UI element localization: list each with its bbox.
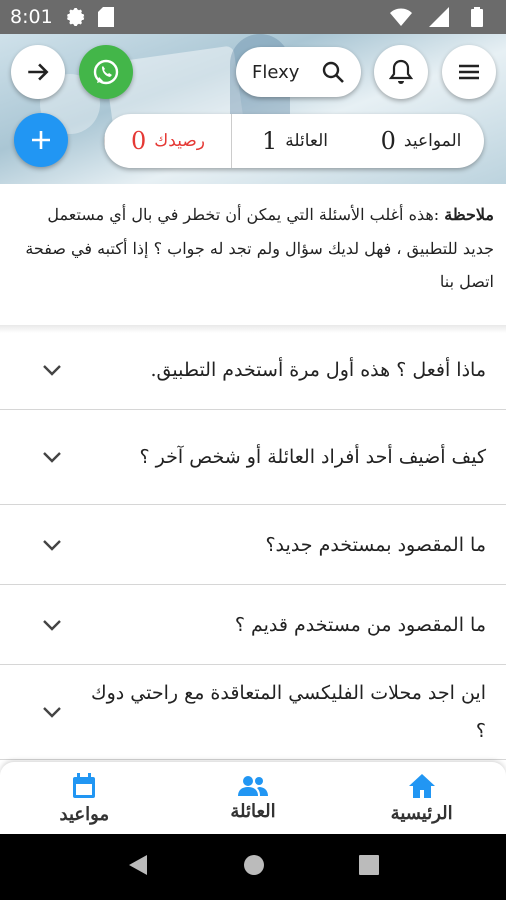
status-bar: 8:01 bbox=[0, 0, 506, 34]
faq-item[interactable]: ما المقصود من مستخدم قديم ؟ bbox=[0, 585, 506, 665]
stats-bar: رصيدك 0 العائلة 1 المواعيد 0 bbox=[104, 114, 484, 168]
back-icon[interactable] bbox=[127, 853, 149, 881]
app-screen: 8:01 Flexy رصيدك 0 العائلة 1 المواعيد 0 … bbox=[0, 0, 506, 900]
search-icon bbox=[322, 61, 344, 83]
menu-button[interactable] bbox=[442, 45, 496, 99]
chevron-down-icon[interactable] bbox=[40, 445, 64, 469]
nav-appointments-label: مواعيد bbox=[59, 803, 110, 825]
stat-balance-value: 0 bbox=[131, 127, 147, 155]
bottom-navigation: مواعيد العائلة الرئيسية bbox=[0, 762, 506, 834]
status-time: 8:01 bbox=[10, 6, 53, 28]
forward-button[interactable] bbox=[11, 45, 65, 99]
nav-home-label: الرئيسية bbox=[390, 802, 453, 824]
nav-family-label: العائلة bbox=[230, 800, 276, 822]
chevron-down-icon[interactable] bbox=[40, 700, 64, 724]
plus-icon bbox=[32, 131, 50, 149]
stat-balance-label: رصيدك bbox=[154, 131, 205, 151]
faq-list: ماذا أفعل ؟ هذه أول مرة أستخدم التطبيق. … bbox=[0, 330, 506, 760]
faq-item[interactable]: ماذا أفعل ؟ هذه أول مرة أستخدم التطبيق. bbox=[0, 330, 506, 410]
nav-home[interactable]: الرئيسية bbox=[337, 762, 506, 834]
faq-question: اين اجد محلات الفليكسي المتعاقدة مع راحت… bbox=[90, 682, 486, 742]
home-icon bbox=[408, 773, 435, 798]
chevron-down-icon[interactable] bbox=[40, 613, 64, 637]
wifi-icon bbox=[390, 6, 412, 28]
signal-icon bbox=[428, 6, 450, 28]
forward-arrow-icon bbox=[28, 63, 49, 81]
nav-family[interactable]: العائلة bbox=[169, 762, 338, 834]
battery-icon bbox=[466, 6, 488, 28]
nav-appointments[interactable]: مواعيد bbox=[0, 762, 169, 834]
faq-question: ماذا أفعل ؟ هذه أول مرة أستخدم التطبيق. bbox=[150, 358, 486, 381]
add-button[interactable] bbox=[14, 113, 68, 167]
flexy-label: Flexy bbox=[252, 61, 300, 83]
sim-card-icon bbox=[95, 6, 117, 28]
stat-balance[interactable]: رصيدك 0 bbox=[104, 114, 231, 168]
stat-family-label: العائلة bbox=[285, 131, 329, 151]
whatsapp-icon bbox=[93, 59, 119, 85]
stat-family-value: 1 bbox=[261, 127, 278, 155]
stat-appointments[interactable]: المواعيد 0 bbox=[358, 114, 484, 168]
stat-family[interactable]: العائلة 1 bbox=[231, 114, 358, 168]
family-icon bbox=[238, 775, 268, 796]
faq-question: ما المقصود بمستخدم جديد؟ bbox=[265, 533, 486, 556]
bell-icon bbox=[389, 59, 413, 84]
stat-appointments-value: 0 bbox=[380, 127, 396, 155]
settings-icon bbox=[65, 6, 87, 28]
menu-icon bbox=[459, 64, 479, 80]
status-right-icons bbox=[390, 6, 496, 28]
faq-item[interactable]: ما المقصود بمستخدم جديد؟ bbox=[0, 505, 506, 585]
chevron-down-icon[interactable] bbox=[40, 533, 64, 557]
note-label: ملاحظة bbox=[444, 205, 494, 224]
faq-item[interactable]: كيف أضيف أحد أفراد العائلة أو شخص آخر ؟ bbox=[0, 410, 506, 505]
faq-note: ملاحظة :هذه أغلب الأسئلة التي يمكن أن تخ… bbox=[0, 190, 506, 325]
stat-appointments-label: المواعيد bbox=[403, 131, 462, 151]
android-navigation-bar bbox=[0, 834, 506, 900]
home-circle-icon[interactable] bbox=[243, 854, 265, 880]
notifications-button[interactable] bbox=[374, 45, 428, 99]
calendar-icon bbox=[73, 772, 96, 798]
flexy-search-button[interactable]: Flexy bbox=[236, 47, 361, 97]
chevron-down-icon[interactable] bbox=[40, 358, 64, 382]
whatsapp-button[interactable] bbox=[79, 45, 133, 99]
recents-icon[interactable] bbox=[359, 855, 379, 879]
faq-question: ما المقصود من مستخدم قديم ؟ bbox=[234, 613, 486, 636]
note-text: :هذه أغلب الأسئلة التي يمكن أن تخطر في ب… bbox=[25, 205, 494, 292]
faq-question: كيف أضيف أحد أفراد العائلة أو شخص آخر ؟ bbox=[139, 446, 486, 468]
faq-item[interactable]: اين اجد محلات الفليكسي المتعاقدة مع راحت… bbox=[0, 665, 506, 760]
